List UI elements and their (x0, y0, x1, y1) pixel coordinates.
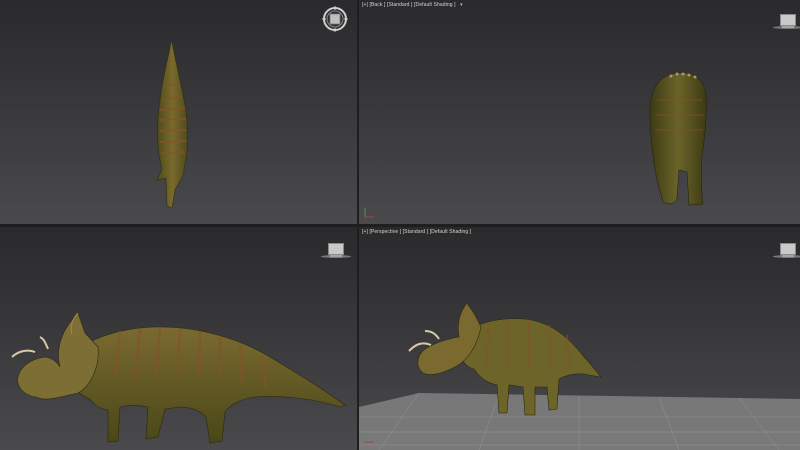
axis-tripod-icon (364, 433, 374, 443)
viewport-top[interactable] (0, 0, 357, 224)
viewport-horizontal-divider[interactable] (0, 224, 800, 227)
dinosaur-model-side-view[interactable] (0, 227, 357, 450)
grid-floor (359, 393, 800, 450)
axis-tripod-icon (364, 208, 374, 218)
viewport-back[interactable]: [+] [Back ] [Standard ] [Default Shading… (359, 0, 800, 224)
dinosaur-model-back-view[interactable] (359, 0, 800, 224)
viewport-vertical-divider[interactable] (357, 0, 359, 450)
viewport-left[interactable] (0, 227, 357, 450)
viewport-perspective[interactable]: [+] [Perspective ] [Standard ] [Default … (359, 227, 800, 450)
dinosaur-model-top-view[interactable] (0, 0, 357, 224)
perspective-scene[interactable] (359, 227, 800, 450)
